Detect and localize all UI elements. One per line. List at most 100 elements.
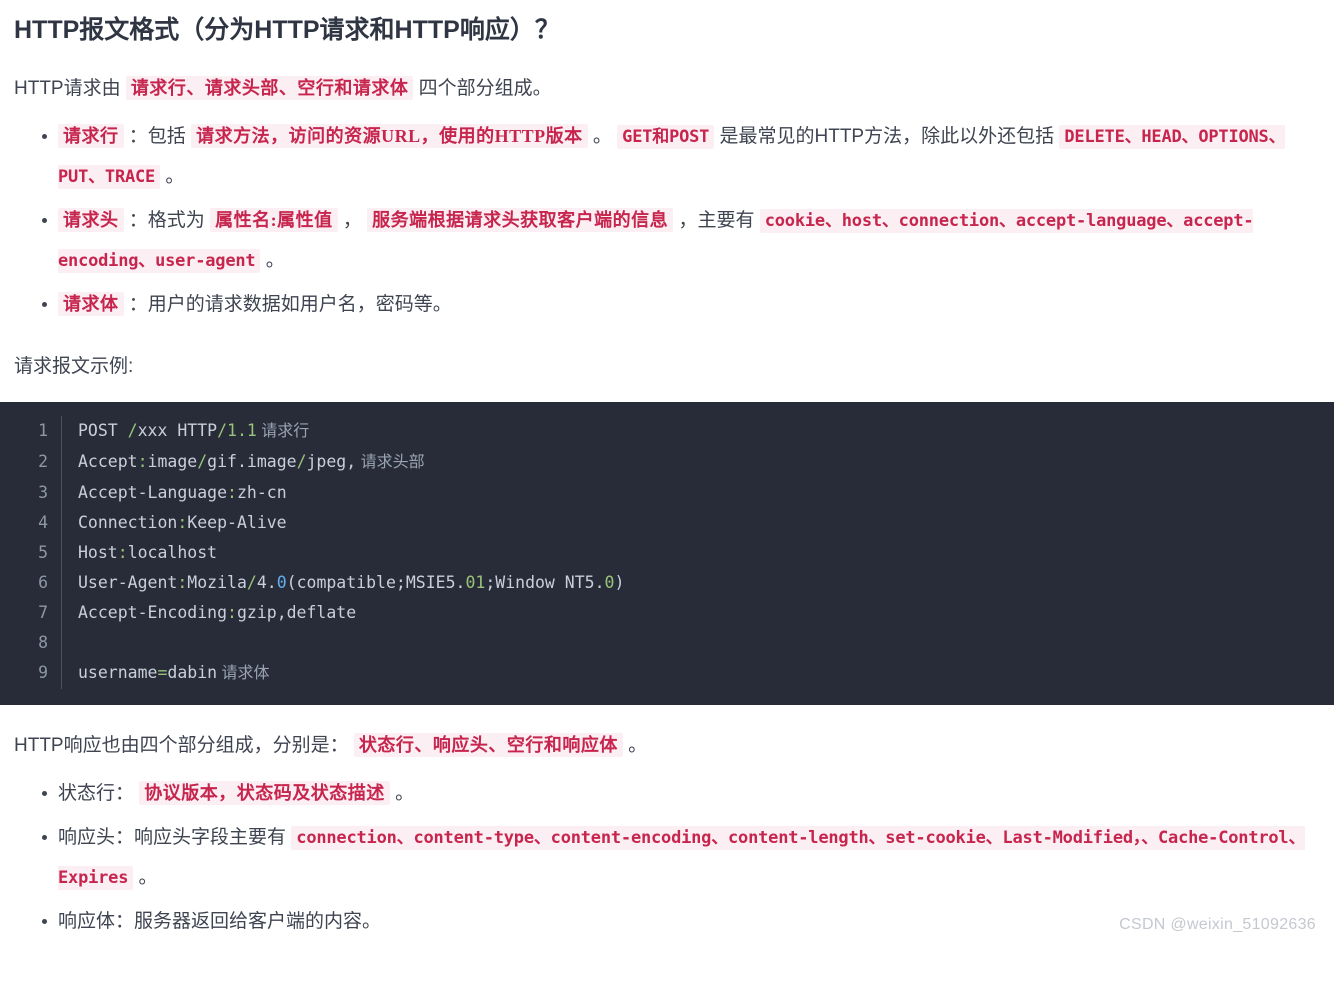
inline-code: 请求体 bbox=[58, 291, 124, 316]
request-intro-before: HTTP请求由 bbox=[14, 77, 121, 99]
code-line: 3 Accept-Language:zh-cn bbox=[0, 477, 1334, 508]
inline-text: 。 bbox=[592, 126, 612, 147]
code-token: 请求头部 bbox=[356, 453, 425, 471]
code-line-content: Accept-Language:zh-cn bbox=[62, 478, 287, 508]
code-line: 2 Accept:image/gif.image/jpeg, 请求头部 bbox=[0, 446, 1334, 478]
inline-text: 响应体：服务器返回给客户端的内容。 bbox=[58, 910, 382, 932]
code-line: 9 username=dabin 请求体 bbox=[0, 657, 1334, 689]
inline-text: ， bbox=[342, 209, 362, 231]
list-item-request-line: 请求行 ：包括 请求方法，访问的资源URL，使用的HTTP版本 。 GET和PO… bbox=[42, 117, 1320, 197]
code-token: (compatible;MSIE5. bbox=[286, 572, 466, 592]
code-token: Keep-Alive bbox=[187, 512, 287, 532]
code-token: jpeg, bbox=[306, 451, 357, 471]
code-line: 5 Host:localhost bbox=[0, 537, 1334, 568]
code-token: xxx HTTP bbox=[137, 420, 218, 440]
list-item-request-body: 请求体 ：用户的请求数据如用户名，密码等。 bbox=[42, 285, 1320, 325]
code-token: : bbox=[227, 482, 237, 502]
code-token: Accept-Encoding bbox=[78, 602, 228, 622]
article-page: HTTP报文格式（分为HTTP请求和HTTP响应）？ HTTP请求由 请求行、请… bbox=[0, 0, 1334, 942]
code-line: 4 Connection:Keep-Alive bbox=[0, 507, 1334, 538]
list-item-response-header: 响应头：响应头字段主要有 connection、content-type、con… bbox=[42, 818, 1320, 898]
code-token: Connection bbox=[78, 512, 178, 532]
request-parts-code: 请求行、请求头部、空行和请求体 bbox=[125, 75, 414, 100]
code-token: 0 bbox=[604, 572, 615, 592]
code-line-content: User-Agent:Mozila/4.0(compatible;MSIE5.0… bbox=[62, 568, 624, 598]
inline-text: ：包括 bbox=[128, 126, 186, 147]
response-intro-before: HTTP响应也由四个部分组成，分别是： bbox=[14, 734, 349, 756]
code-line-number: 3 bbox=[0, 477, 62, 508]
code-block-request-message[interactable]: 1 POST /xxx HTTP/1.1 请求行 2 Accept:image/gif… bbox=[0, 401, 1334, 705]
inline-text: 响应头：响应头字段主要有 bbox=[58, 826, 287, 848]
list-item-status-line: 状态行： 协议版本，状态码及状态描述 。 bbox=[42, 774, 1320, 814]
response-intro-paragraph: HTTP响应也由四个部分组成，分别是： 状态行、响应头、空行和响应体 。 bbox=[14, 729, 1320, 762]
code-token: / bbox=[246, 572, 257, 592]
csdn-watermark: CSDN @weixin_51092636 bbox=[1119, 915, 1316, 933]
inline-text: ，主要有 bbox=[678, 209, 755, 231]
code-token: : bbox=[137, 451, 148, 471]
example-label: 请求报文示例: bbox=[14, 356, 134, 378]
code-line-number: 6 bbox=[0, 567, 62, 598]
code-token: : bbox=[227, 602, 237, 622]
code-token: = bbox=[157, 662, 168, 682]
code-token: POST bbox=[78, 420, 128, 440]
inline-code: 协议版本，状态码及状态描述 bbox=[139, 780, 390, 805]
request-intro-after: 四个部分组成。 bbox=[418, 77, 552, 99]
code-token: 4. bbox=[256, 572, 277, 592]
code-line-number: 5 bbox=[0, 537, 62, 568]
inline-text: 是最常见的HTTP方法，除此以外还包括 bbox=[719, 126, 1055, 147]
code-line-number: 9 bbox=[0, 657, 62, 689]
code-line-number: 2 bbox=[0, 446, 62, 478]
code-token: / bbox=[127, 420, 138, 440]
code-token: zh-cn bbox=[236, 482, 287, 502]
code-token: : bbox=[177, 572, 188, 592]
code-line-content: Accept-Encoding:gzip,deflate bbox=[62, 598, 356, 628]
code-token: username bbox=[78, 662, 158, 682]
response-parts-code: 状态行、响应头、空行和响应体 bbox=[353, 732, 623, 757]
code-line-content: Accept:image/gif.image/jpeg, 请求头部 bbox=[62, 447, 425, 478]
code-token: image bbox=[147, 451, 198, 471]
code-token: User-Agent bbox=[78, 572, 178, 592]
code-token: 请求体 bbox=[217, 664, 270, 682]
code-line: 6 User-Agent:Mozila/4.0(compatible;MSIE5.… bbox=[0, 567, 1334, 598]
inline-text: 。 bbox=[265, 249, 285, 271]
inline-text: ：格式为 bbox=[128, 209, 205, 231]
code-token: localhost bbox=[127, 542, 218, 562]
page-title: HTTP报文格式（分为HTTP请求和HTTP响应）？ bbox=[14, 16, 560, 44]
code-line-content: POST /xxx HTTP/1.1 请求行 bbox=[62, 416, 309, 447]
code-token: 0 bbox=[276, 572, 287, 592]
inline-code: 请求行 bbox=[58, 124, 124, 148]
code-line-content: username=dabin 请求体 bbox=[62, 658, 270, 689]
code-line-number: 7 bbox=[0, 597, 62, 628]
request-intro-paragraph: HTTP请求由 请求行、请求头部、空行和请求体 四个部分组成。 bbox=[14, 72, 1320, 105]
code-token: : bbox=[177, 512, 188, 532]
code-line-content bbox=[62, 628, 88, 658]
code-token: / bbox=[197, 451, 208, 471]
code-line-content: Host:localhost bbox=[62, 538, 217, 568]
code-line-content: Connection:Keep-Alive bbox=[62, 508, 287, 538]
code-token: Mozila bbox=[187, 572, 247, 592]
inline-text: 。 bbox=[138, 866, 158, 888]
code-line: 1 POST /xxx HTTP/1.1 请求行 bbox=[0, 415, 1334, 447]
code-line-number: 4 bbox=[0, 507, 62, 538]
code-line: 8 bbox=[0, 627, 1334, 658]
code-token: : bbox=[117, 542, 128, 562]
code-line-number: 1 bbox=[0, 415, 62, 447]
inline-code: GET和POST bbox=[617, 125, 715, 149]
inline-code: 属性名:属性值 bbox=[210, 207, 338, 232]
code-token: gzip,deflate bbox=[236, 602, 357, 622]
inline-code: 服务端根据请求头获取客户端的信息 bbox=[367, 207, 674, 232]
code-token: ) bbox=[614, 572, 625, 592]
code-token: 01 bbox=[465, 572, 486, 592]
code-token: dabin bbox=[167, 662, 218, 682]
response-intro-after: 。 bbox=[628, 734, 648, 756]
code-token: 请求行 bbox=[256, 422, 310, 440]
list-item-request-header: 请求头 ：格式为 属性名:属性值 ， 服务端根据请求头获取客户端的信息 ，主要有… bbox=[42, 201, 1320, 281]
inline-text: 。 bbox=[165, 165, 185, 187]
inline-code: 请求头 bbox=[58, 207, 124, 232]
code-token: Host bbox=[78, 542, 118, 562]
code-token: ;Window NT5. bbox=[485, 572, 605, 592]
code-line-number: 8 bbox=[0, 627, 62, 658]
inline-text: 。 bbox=[395, 782, 415, 804]
code-token: gif.image bbox=[207, 451, 297, 471]
request-bullet-list: 请求行 ：包括 请求方法，访问的资源URL，使用的HTTP版本 。 GET和PO… bbox=[14, 117, 1320, 324]
